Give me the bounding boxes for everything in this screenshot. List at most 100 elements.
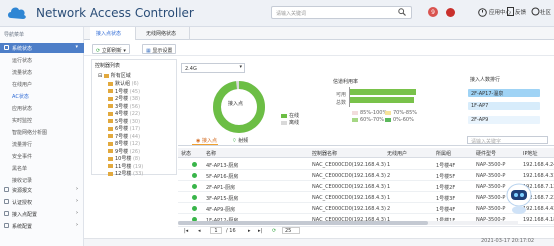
pagination: |◂ ◂ 1 / 16 ▸ ▸| ⟳ 25: [178, 226, 554, 236]
tree-node[interactable]: 默认组 (6): [108, 80, 139, 87]
refresh-button[interactable]: ⟳ 立即刷新 ▾: [92, 44, 130, 54]
cloud-logo-icon: [8, 7, 26, 20]
tree-root[interactable]: ⊟ 所有区域: [98, 72, 131, 79]
sidebar-item-records[interactable]: 接收记录: [0, 175, 84, 185]
channel-util-title: 信道利用率: [333, 79, 359, 85]
sidebar-item-running[interactable]: 运行状态: [0, 55, 84, 65]
chevron-right-icon: ›: [76, 222, 78, 228]
tree-node[interactable]: 7号楼 (44): [108, 133, 140, 140]
sidebar-section-system-config[interactable]: 系统配置 ›: [0, 221, 84, 231]
donut-online-arc: [213, 81, 265, 133]
tab-ap[interactable]: ◉ 接入点: [192, 135, 218, 145]
page-size-select[interactable]: 25: [282, 227, 300, 234]
column-header[interactable]: IP地址: [523, 150, 538, 157]
sidebar-section-auth[interactable]: 认证授权 ›: [0, 197, 84, 207]
tree-node[interactable]: 6号楼 (17): [108, 125, 140, 132]
assistant-robot-icon[interactable]: [505, 181, 533, 215]
page-total: / 16: [226, 228, 236, 234]
sidebar-item-online-users[interactable]: 在线用户: [0, 79, 84, 89]
channel-bar-total: [350, 97, 415, 103]
page-tabs: 接入点状态 无线网络状态: [84, 27, 554, 40]
table-header: 状态 名称 控制器名称 无线用户 所属组 硬件型号 IP地址: [178, 148, 554, 158]
sidebar-item-realtime[interactable]: 实时监控: [0, 115, 84, 125]
sidebar-item-app-status[interactable]: 应用状态: [0, 103, 84, 113]
top-ap-item[interactable]: 2F-AP9: [468, 116, 540, 124]
tree-node[interactable]: 12号楼 (33): [108, 170, 143, 177]
page-input[interactable]: 1: [210, 227, 222, 234]
tab-wireless-status[interactable]: 无线网络状态: [140, 27, 190, 40]
community-link[interactable]: 社区: [540, 8, 551, 16]
global-search-input[interactable]: 请输入关键词: [271, 6, 412, 19]
tab-ap-status[interactable]: 接入点状态: [90, 27, 136, 40]
online-status-icon: [192, 195, 197, 200]
table-search-input[interactable]: 请输入关键字: [467, 136, 548, 145]
tree-node[interactable]: 3号楼 (56): [108, 103, 140, 110]
column-header[interactable]: 硬件型号: [476, 150, 496, 157]
wifi-icon: [4, 211, 9, 216]
sidebar-section-resources[interactable]: 资源报文 ›: [0, 185, 84, 195]
channel-legend-item: 60%-70%: [352, 117, 384, 123]
sidebar-item-topology[interactable]: 智能网络分析图: [0, 127, 84, 137]
scrollbar-thumb[interactable]: [178, 221, 428, 225]
legend-swatch: [281, 113, 287, 118]
column-header[interactable]: 所属组: [436, 150, 451, 157]
table-cell: 1号楼5F: [436, 174, 456, 180]
search-icon[interactable]: [398, 8, 406, 16]
legend-swatch: [352, 117, 358, 122]
tree-node[interactable]: 8号楼 (12): [108, 140, 140, 147]
sidebar-item-traffic[interactable]: 流量状态: [0, 67, 84, 77]
column-header[interactable]: 状态: [181, 150, 191, 157]
table-row[interactable]: 3F-AP15-厨房 NAC_CE000CD0(192.168.4.3) 1 1号楼3…: [178, 192, 554, 203]
band-select[interactable]: 2.4G ▾: [181, 63, 245, 73]
table-cell: 1号楼4F: [436, 163, 456, 169]
tree-title: 控制器列表: [95, 63, 121, 69]
table-cell: NAP-3500-P: [476, 184, 506, 190]
user-avatar[interactable]: [446, 8, 455, 17]
first-page-icon[interactable]: |◂: [184, 228, 188, 234]
tree-node[interactable]: 4号楼 (22): [108, 110, 140, 117]
last-page-icon[interactable]: ▸|: [258, 228, 262, 234]
tree-node[interactable]: 9号楼 (26): [108, 148, 140, 155]
sidebar-item-blacklist[interactable]: 黑名单: [0, 163, 84, 173]
next-page-icon[interactable]: ▸: [248, 228, 251, 234]
refresh-icon[interactable]: ⟳: [272, 228, 276, 234]
column-header[interactable]: 无线用户: [387, 150, 407, 157]
column-header[interactable]: 控制器名称: [312, 150, 337, 157]
folder-icon: [108, 156, 113, 161]
table-row[interactable]: 2F-AP1-厨房 NAC_CE000CD0(192.168.4.3) 1 1号楼2F…: [178, 181, 554, 192]
folder-icon: [108, 81, 113, 86]
sidebar-item-ranking[interactable]: 流量排行: [0, 139, 84, 149]
sidebar-item-security[interactable]: 安全事件: [0, 151, 84, 161]
tree-node[interactable]: 11号楼 (19): [108, 163, 143, 170]
table-cell: 192.168.4.18: [523, 217, 554, 223]
top-ap-item[interactable]: 1F-AP7: [468, 102, 540, 110]
table-row[interactable]: 4F-AP13-厨房 NAC_CE000CD0(192.168.4.3) 1 1号楼4…: [178, 159, 554, 170]
table-cell: 192.168.4.24: [523, 162, 554, 168]
table-cell: NAC_CE000CD0(192.168.4.3): [312, 184, 386, 190]
sidebar-item-ac-status[interactable]: AC状态: [0, 91, 84, 101]
channel-legend-item: 0%-60%: [385, 117, 414, 123]
online-status-icon: [192, 162, 197, 167]
horizontal-scrollbar[interactable]: [178, 221, 518, 225]
tree-node[interactable]: 2号楼 (38): [108, 95, 140, 102]
tree-node[interactable]: 10号楼 (8): [108, 155, 140, 162]
sidebar-section-ap-config[interactable]: 接入点配置 ›: [0, 209, 84, 219]
top-ap-item[interactable]: 2F-AP17-温泉: [468, 89, 540, 97]
tree-node[interactable]: 1号楼 (45): [108, 88, 140, 95]
table-row[interactable]: 5F-AP16-厨房 NAC_CE000CD0(192.168.4.3) 2 1号楼5…: [178, 170, 554, 181]
feedback-link[interactable]: 反馈: [515, 8, 526, 16]
display-settings-button[interactable]: ▦ 显示设置: [142, 44, 177, 54]
column-header[interactable]: 名称: [206, 150, 216, 157]
tab-radio[interactable]: ⌔ 射频: [228, 135, 254, 145]
tree-node[interactable]: 5号楼 (30): [108, 118, 140, 125]
table-cell: 2: [387, 206, 391, 212]
settings-icon: [4, 223, 9, 228]
prev-page-icon[interactable]: ◂: [198, 228, 201, 234]
channel-bar-available: [350, 89, 417, 95]
table-row[interactable]: 4F-AP9-厨房 NAC_CE000CD0(192.168.4.3) 2 1号楼4F…: [178, 203, 554, 214]
notification-bell-icon[interactable]: 9: [427, 6, 439, 18]
app-title: Network Access Controller: [36, 6, 194, 20]
refresh-icon: ⟳: [96, 48, 101, 54]
sidebar-section-system-status[interactable]: 系统状态 ▾: [0, 43, 84, 53]
collapse-icon: ⊟: [98, 73, 103, 79]
